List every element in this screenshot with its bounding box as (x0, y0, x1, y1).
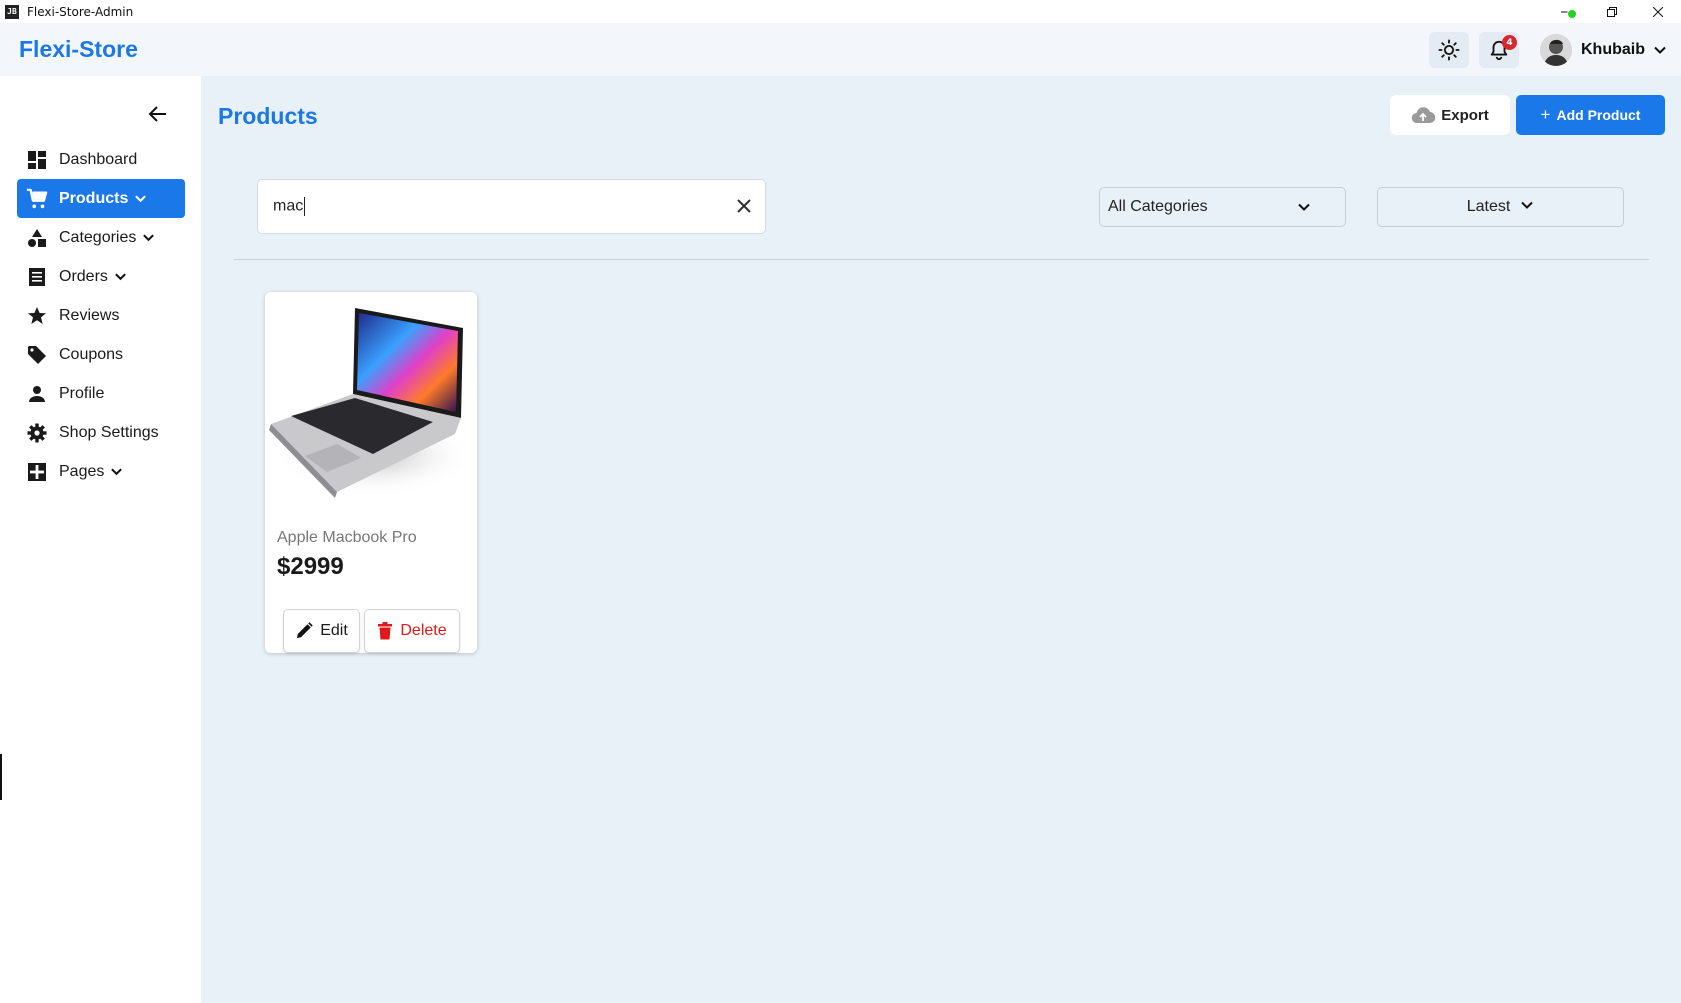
restore-icon (1607, 6, 1617, 17)
delete-product-button[interactable]: Delete (364, 609, 460, 653)
chevron-down-icon (1654, 46, 1666, 54)
clear-search-button[interactable] (735, 197, 753, 219)
user-name: Khubaib (1581, 41, 1645, 58)
dashboard-icon (26, 149, 48, 171)
window-controls (1543, 0, 1681, 23)
close-window-button[interactable] (1635, 0, 1681, 23)
sidebar-item-shop-settings[interactable]: Shop Settings (17, 413, 185, 452)
chevron-down-icon (1297, 200, 1311, 219)
sidebar-item-label: Reviews (59, 306, 120, 324)
pencil-icon (297, 622, 313, 638)
chevron-down-icon (110, 465, 123, 478)
edit-product-button[interactable]: Edit (283, 609, 360, 653)
sidebar-item-coupons[interactable]: Coupons (17, 335, 185, 374)
plus-icon: + (1540, 105, 1551, 124)
add-product-label: Add Product (1556, 107, 1641, 123)
star-icon (26, 305, 48, 327)
sidebar-item-products[interactable]: Products (17, 179, 185, 218)
sidebar-item-label: Orders (59, 267, 108, 285)
pages-icon (26, 461, 48, 483)
delete-label: Delete (400, 622, 447, 639)
notifications-button[interactable]: 4 (1479, 32, 1519, 68)
sidebar-item-profile[interactable]: Profile (17, 374, 185, 413)
sidebar-item-reviews[interactable]: Reviews (17, 296, 185, 335)
restore-button[interactable] (1589, 0, 1635, 23)
sidebar-item-label: Products (59, 189, 129, 207)
divider (234, 259, 1649, 260)
sidebar-item-dashboard[interactable]: Dashboard (17, 140, 185, 179)
theme-toggle-button[interactable] (1429, 32, 1469, 68)
sort-filter-value: Latest (1466, 198, 1511, 215)
main-content: Products Export + Add Product mac All Ca… (201, 76, 1681, 1003)
chevron-down-icon (114, 270, 127, 283)
collapse-sidebar-button[interactable] (148, 104, 168, 128)
page-title: Products (218, 103, 318, 129)
arrow-left-icon (148, 106, 166, 122)
tag-icon (26, 344, 48, 366)
shapes-icon (26, 227, 48, 249)
window-edge-marker (0, 754, 2, 800)
close-icon (737, 199, 751, 213)
avatar (1540, 34, 1572, 66)
sidebar-item-label: Categories (59, 228, 137, 246)
search-value: mac (273, 197, 306, 216)
window-title-bar: JB Flexi-Store-Admin (0, 0, 1681, 23)
sidebar-item-label: Shop Settings (59, 423, 159, 441)
user-menu[interactable]: Khubaib (1540, 32, 1667, 68)
product-image (269, 308, 475, 498)
sidebar-item-label: Dashboard (59, 150, 138, 168)
category-filter-value: All Categories (1108, 198, 1208, 215)
brand-logo[interactable]: Flexi-Store (19, 36, 138, 63)
cloud-upload-icon (1412, 107, 1436, 124)
export-button[interactable]: Export (1390, 95, 1510, 135)
add-product-button[interactable]: + Add Product (1516, 95, 1665, 135)
product-price: $2999 (277, 553, 344, 580)
chevron-down-icon (1520, 198, 1534, 217)
sidebar-item-orders[interactable]: Orders (17, 257, 185, 296)
sun-icon (1438, 39, 1460, 61)
minimize-button[interactable] (1543, 0, 1589, 23)
sidebar: Dashboard Products Categories Orders Rev… (0, 76, 201, 1003)
sidebar-item-categories[interactable]: Categories (17, 218, 185, 257)
edit-label: Edit (320, 622, 348, 639)
notification-count-badge: 4 (1502, 35, 1517, 50)
person-icon (26, 383, 48, 405)
product-name: Apple Macbook Pro (277, 529, 417, 546)
close-icon (1653, 6, 1663, 17)
app-icon: JB (5, 4, 19, 19)
sidebar-item-label: Coupons (59, 345, 124, 363)
gear-icon (26, 422, 48, 444)
cart-icon (26, 188, 48, 210)
export-label: Export (1441, 106, 1489, 124)
trash-icon (378, 622, 393, 640)
product-card[interactable]: Apple Macbook Pro $2999 Edit Delete (265, 292, 477, 653)
search-input[interactable]: mac (257, 179, 766, 234)
list-icon (26, 266, 48, 288)
category-filter-select[interactable]: All Categories (1099, 187, 1346, 227)
sidebar-item-pages[interactable]: Pages (17, 452, 185, 491)
sort-filter-select[interactable]: Latest (1377, 187, 1624, 227)
sidebar-item-label: Profile (59, 384, 105, 402)
chevron-down-icon (134, 192, 147, 205)
app-header: Flexi-Store 4 Khubaib (0, 23, 1681, 76)
sidebar-item-label: Pages (59, 462, 105, 480)
chevron-down-icon (142, 231, 155, 244)
online-status-dot (1567, 9, 1577, 19)
window-title: Flexi-Store-Admin (27, 4, 134, 19)
